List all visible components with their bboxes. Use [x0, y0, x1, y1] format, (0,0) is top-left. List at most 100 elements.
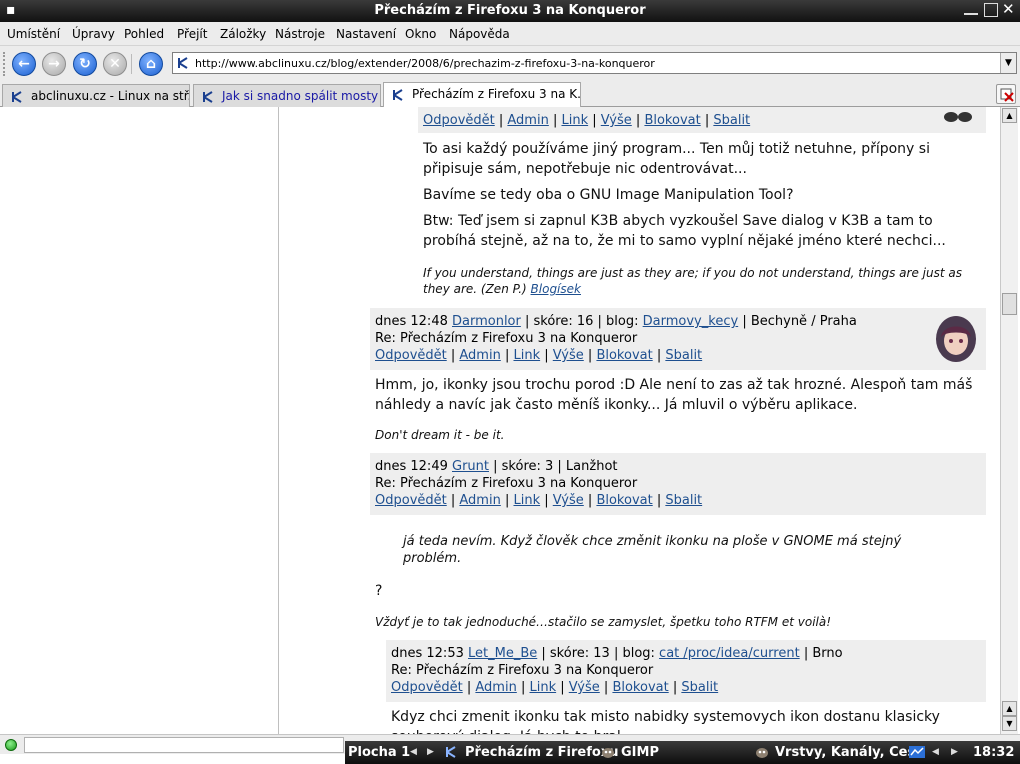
task-gimp[interactable]: GIMP — [621, 745, 659, 760]
comment-body: Hmm, jo, ikonky jsou trochu porod :D Ale… — [375, 377, 973, 413]
link-link[interactable]: Link — [513, 493, 540, 508]
url-bar[interactable]: ▼ — [172, 52, 1017, 74]
menu-view[interactable]: Pohled — [124, 27, 164, 41]
up-link[interactable]: Výše — [569, 680, 600, 695]
up-link[interactable]: Výše — [553, 348, 584, 363]
comment-score: | skóre: 16 | blog: — [525, 314, 639, 329]
toolbar-handle[interactable] — [3, 52, 7, 76]
konqueror-icon — [446, 746, 456, 758]
comment-blog-link[interactable]: cat /proc/idea/current — [659, 646, 800, 661]
scroll-up-icon[interactable]: ▲ — [1002, 108, 1017, 123]
tab-bar: abclinuxu.cz - Linux na stř... Jak si sn… — [0, 82, 1020, 108]
block-link[interactable]: Blokovat — [612, 680, 668, 695]
comment-location: | Brno — [803, 646, 843, 661]
task-konqueror[interactable]: Přecházím z Firefoxu — [465, 745, 618, 760]
next-desktop-icon[interactable]: ▶ — [427, 747, 434, 757]
admin-link[interactable]: Admin — [507, 113, 548, 128]
tab-konqueror[interactable]: Přecházím z Firefoxu 3 na K... — [383, 82, 581, 108]
menu-go[interactable]: Přejít — [177, 27, 207, 41]
admin-link[interactable]: Admin — [459, 493, 500, 508]
signature-text: If you understand, things are just as th… — [423, 266, 962, 296]
desktop-label[interactable]: Plocha 1 — [348, 745, 410, 760]
reload-button[interactable]: ↻ — [73, 52, 97, 76]
menu-edit[interactable]: Úpravy — [72, 27, 115, 41]
comment-author[interactable]: Let_Me_Be — [468, 646, 537, 661]
comment-quote: já teda nevím. Když člověk chce změnit i… — [403, 534, 902, 566]
scrollbar-thumb[interactable] — [1002, 293, 1017, 315]
tab-mosty[interactable]: Jak si snadno spálit mosty — [193, 84, 381, 107]
window-titlebar: ▪ Přecházím z Firefoxu 3 na Konqueror ✕ — [0, 0, 1020, 22]
menu-location[interactable]: Umístění — [7, 27, 60, 41]
forward-button[interactable]: → — [42, 52, 66, 76]
comment-time: dnes 12:49 — [375, 459, 448, 474]
menu-settings[interactable]: Nastavení — [336, 27, 396, 41]
admin-link[interactable]: Admin — [459, 348, 500, 363]
comment-score: | skóre: 13 | blog: — [541, 646, 655, 661]
comment-signature: Don't dream it - be it. — [375, 428, 505, 442]
scroll-up-icon[interactable]: ▲ — [1002, 701, 1017, 716]
comment-location: | Bechyně / Praha — [742, 314, 857, 329]
konqueror-icon — [393, 89, 403, 101]
up-link[interactable]: Výše — [601, 113, 632, 128]
reply-link[interactable]: Odpovědět — [423, 113, 495, 128]
collapse-link[interactable]: Sbalit — [681, 680, 718, 695]
comment-header: dnes 12:49 Grunt | skóre: 3 | Lanžhot Re… — [370, 453, 986, 515]
block-link[interactable]: Blokovat — [644, 113, 700, 128]
comment-body: Btw: Teď jsem si zapnul K3B abych vyzkou… — [423, 213, 946, 249]
comment-body: To asi každý používáme jiný program... T… — [423, 141, 930, 177]
menu-window[interactable]: Okno — [405, 27, 436, 41]
url-dropdown-icon[interactable]: ▼ — [1000, 53, 1016, 73]
menu-tools[interactable]: Nástroje — [275, 27, 325, 41]
comment-blog-link[interactable]: Darmovy_kecy — [643, 314, 739, 329]
link-link[interactable]: Link — [561, 113, 588, 128]
close-tab-icon — [1000, 88, 1014, 102]
block-link[interactable]: Blokovat — [596, 493, 652, 508]
column-divider — [278, 107, 279, 734]
link-link[interactable]: Link — [529, 680, 556, 695]
maximize-icon[interactable] — [984, 3, 998, 17]
tab-label: Jak si snadno spálit mosty — [222, 89, 379, 103]
comment-header: Odpovědět | Admin | Link | Výše | Blokov… — [418, 107, 986, 133]
blogisek-link[interactable]: Blogísek — [531, 282, 581, 296]
collapse-link[interactable]: Sbalit — [665, 493, 702, 508]
task-layers[interactable]: Vrstvy, Kanály, Cest — [775, 745, 921, 760]
menu-bookmarks[interactable]: Záložky — [220, 27, 266, 41]
menu-help[interactable]: Nápověda — [449, 27, 510, 41]
network-monitor-icon[interactable] — [908, 745, 926, 759]
minimize-icon[interactable] — [964, 3, 978, 15]
block-link[interactable]: Blokovat — [596, 348, 652, 363]
stop-button[interactable]: ✕ — [103, 52, 127, 76]
comment-subject: Re: Přecházím z Firefoxu 3 na Konqueror — [391, 663, 654, 678]
menu-bar: Umístění Úpravy Pohled Přejít Záložky Ná… — [0, 22, 1020, 46]
comment-body: Kdyz chci zmenit ikonku tak misto nabidk… — [391, 709, 940, 734]
collapse-link[interactable]: Sbalit — [713, 113, 750, 128]
comment-body: Bavíme se tedy oba o GNU Image Manipulat… — [423, 187, 794, 203]
reply-link[interactable]: Odpovědět — [375, 348, 447, 363]
reply-link[interactable]: Odpovědět — [391, 680, 463, 695]
comment-signature: Vždyť je to tak jednoduché…stačilo se za… — [375, 615, 832, 629]
tray-next-icon[interactable]: ▶ — [951, 747, 958, 757]
tray-prev-icon[interactable]: ◀ — [932, 747, 939, 757]
comment-header: dnes 12:53 Let_Me_Be | skóre: 13 | blog:… — [386, 640, 986, 702]
close-tab-button[interactable] — [996, 84, 1016, 104]
konqueror-icon — [12, 91, 22, 103]
close-icon[interactable]: ✕ — [1002, 2, 1016, 17]
reply-link[interactable]: Odpovědět — [375, 493, 447, 508]
tab-abclinuxu[interactable]: abclinuxu.cz - Linux na stř... — [2, 84, 190, 107]
comment-author[interactable]: Grunt — [452, 459, 489, 474]
comment-body: ? — [375, 583, 383, 599]
scroll-down-icon[interactable]: ▼ — [1002, 716, 1017, 731]
url-input[interactable] — [195, 55, 995, 71]
vertical-scrollbar[interactable]: ▲ ▲ ▼ — [1000, 107, 1018, 734]
home-button[interactable]: ⌂ — [139, 52, 163, 76]
comment-header: dnes 12:48 Darmonlor | skóre: 16 | blog:… — [370, 308, 986, 370]
link-link[interactable]: Link — [513, 348, 540, 363]
clock: 18:32 — [973, 745, 1015, 760]
collapse-link[interactable]: Sbalit — [665, 348, 702, 363]
prev-desktop-icon[interactable]: ◀ — [410, 747, 417, 757]
comment-author[interactable]: Darmonlor — [452, 314, 521, 329]
up-link[interactable]: Výše — [553, 493, 584, 508]
toolbar-separator — [131, 54, 132, 74]
admin-link[interactable]: Admin — [475, 680, 516, 695]
back-button[interactable]: ← — [12, 52, 36, 76]
